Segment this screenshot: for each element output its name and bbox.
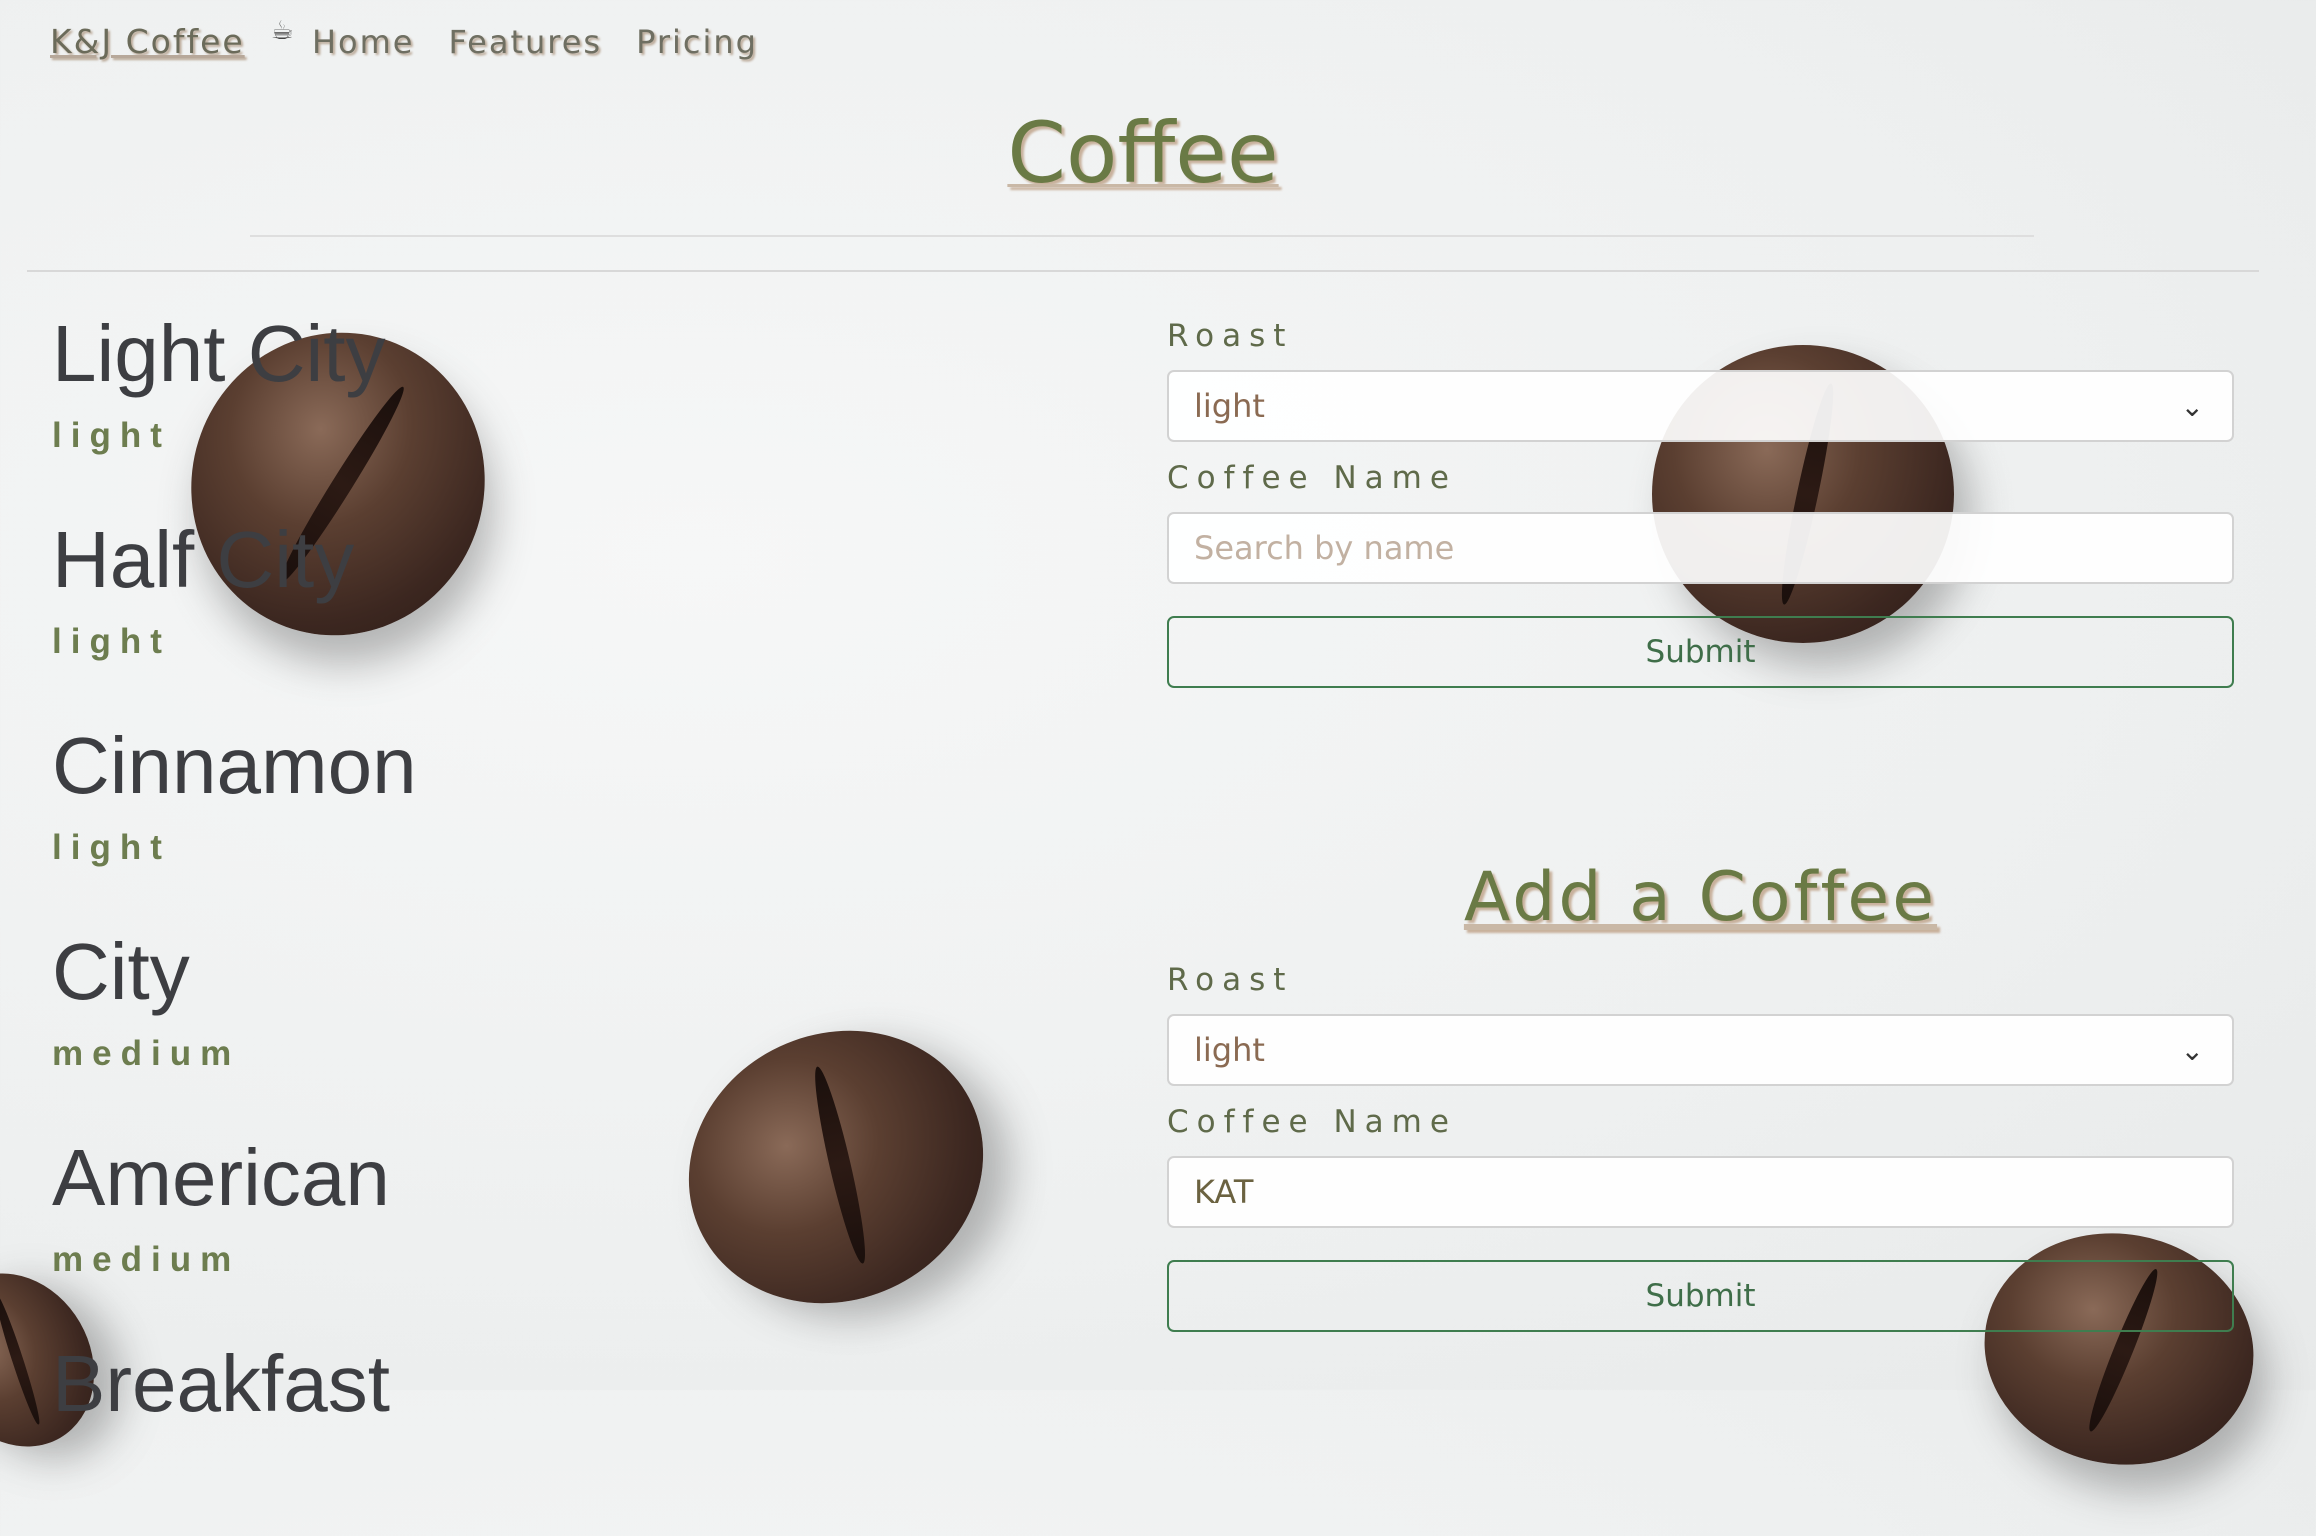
coffee-roast: light — [52, 828, 171, 867]
list-item: City medium — [52, 932, 417, 1124]
chevron-down-icon: ⌄ — [2180, 1034, 2204, 1067]
nav-features-link[interactable]: Features — [448, 23, 602, 61]
coffee-bean-image — [643, 983, 1029, 1351]
coffee-roast: medium — [52, 1240, 241, 1279]
coffee-roast: light — [52, 416, 171, 455]
brand-link[interactable]: K&J Coffee — [50, 22, 245, 61]
coffee-name-input[interactable]: KAT — [1167, 1156, 2234, 1228]
top-nav: K&J Coffee ☕ Home Features Pricing — [50, 14, 758, 61]
search-input[interactable]: Search by name — [1167, 512, 2234, 584]
chevron-down-icon: ⌄ — [2180, 390, 2204, 423]
add-coffee-title: Add a Coffee — [1463, 858, 1938, 937]
list-item: Cinnamon light — [52, 726, 417, 918]
search-form: Roast light ⌄ Coffee Name Search by name… — [1167, 318, 2234, 688]
add-roast-select[interactable]: light ⌄ — [1167, 1014, 2234, 1086]
coffee-name: Light City — [52, 309, 386, 398]
coffee-name: Breakfast — [52, 1339, 390, 1428]
list-item: Half City light — [52, 520, 417, 712]
coffee-name: Cinnamon — [52, 721, 417, 810]
roast-select-value: light — [1194, 387, 1265, 425]
coffee-roast: medium — [52, 1034, 241, 1073]
list-item: Breakfast — [52, 1344, 417, 1536]
coffee-cup-icon: ☕ — [270, 16, 294, 46]
add-submit-button[interactable]: Submit — [1167, 1260, 2234, 1332]
coffee-roast: light — [52, 622, 171, 661]
list-item: Light City light — [52, 314, 417, 506]
coffee-list: Light City light Half City light Cinnamo… — [52, 300, 417, 1536]
roast-select[interactable]: light ⌄ — [1167, 370, 2234, 442]
coffee-name: American — [52, 1133, 390, 1222]
search-submit-button[interactable]: Submit — [1167, 616, 2234, 688]
coffee-name-label: Coffee Name — [1167, 460, 1457, 496]
coffee-name: City — [52, 927, 190, 1016]
section-divider — [27, 270, 2259, 272]
roast-label: Roast — [1167, 962, 1294, 998]
roast-label: Roast — [1167, 318, 1294, 354]
add-coffee-form: Roast light ⌄ Coffee Name KAT Submit — [1167, 962, 2234, 1332]
title-divider — [250, 235, 2034, 237]
nav-home-link[interactable]: Home — [312, 23, 415, 61]
list-item: American medium — [52, 1138, 417, 1330]
page-title: Coffee — [1007, 104, 1279, 202]
roast-select-value: light — [1194, 1031, 1265, 1069]
nav-pricing-link[interactable]: Pricing — [636, 23, 758, 61]
coffee-name: Half City — [52, 515, 355, 604]
coffee-name-label: Coffee Name — [1167, 1104, 1457, 1140]
